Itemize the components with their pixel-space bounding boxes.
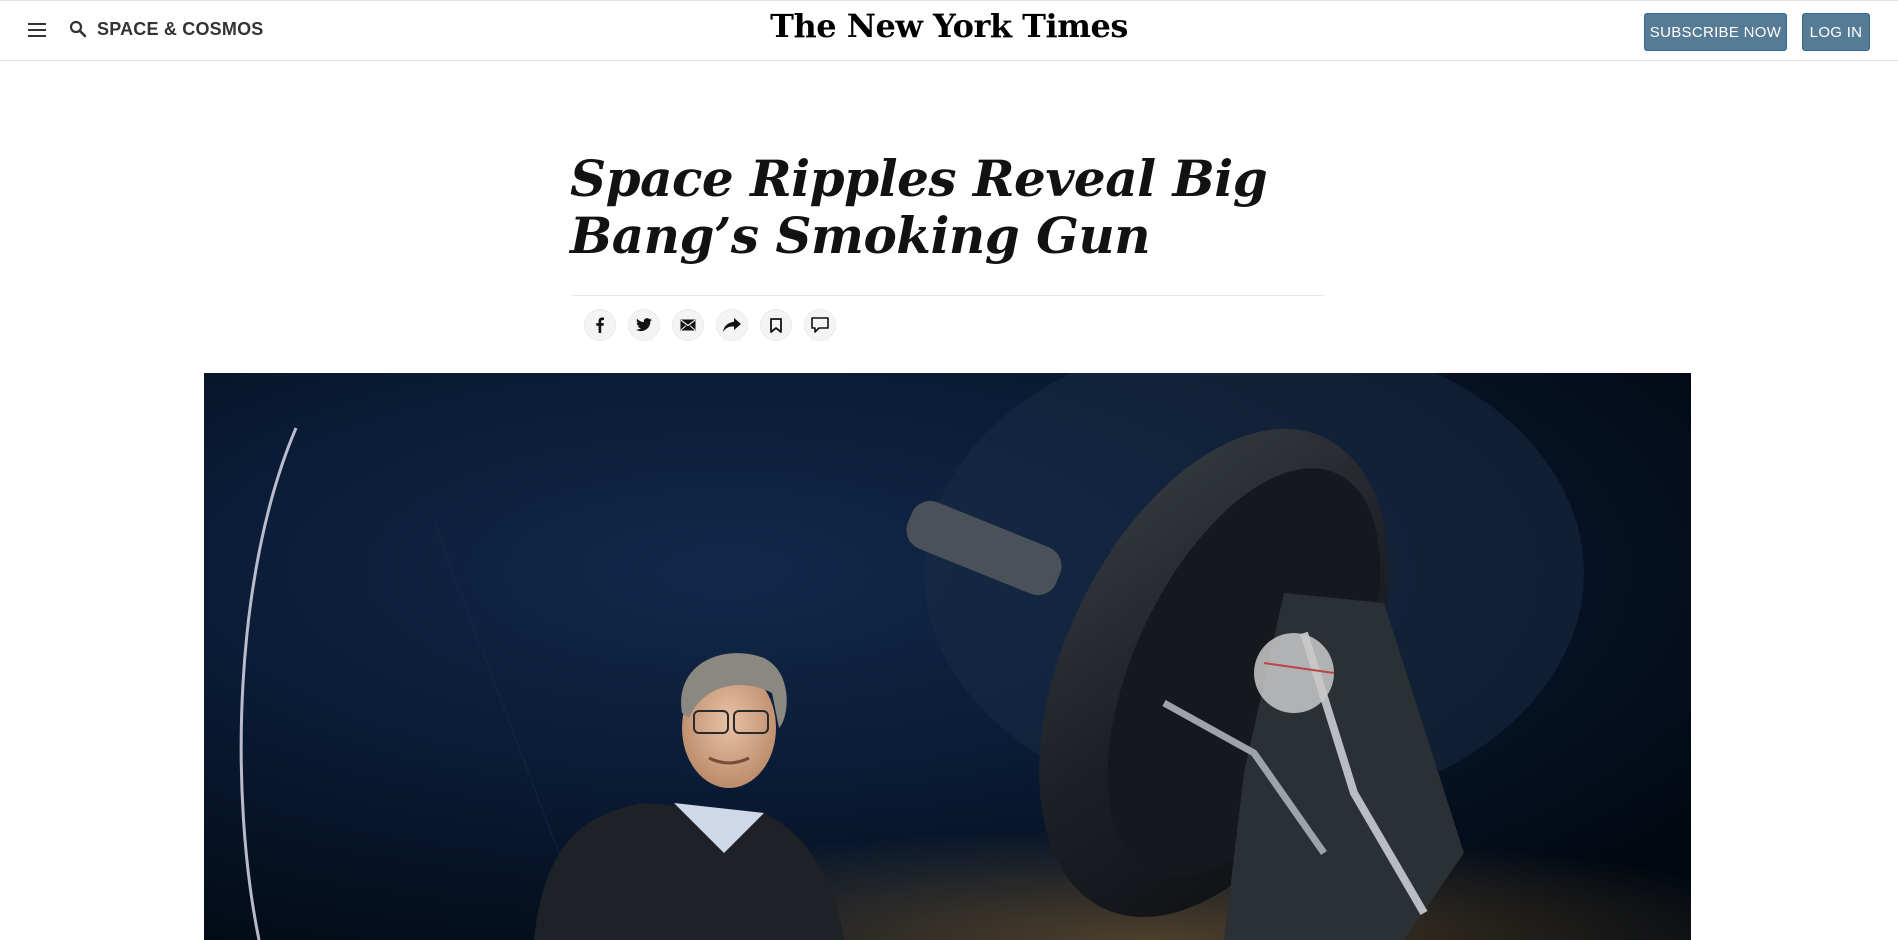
top-navigation-bar: SPACE & COSMOS The New York Times SUBSCR… (0, 0, 1898, 61)
search-icon[interactable] (64, 15, 92, 43)
hamburger-menu-icon[interactable] (24, 17, 50, 43)
bookmark-icon[interactable] (760, 309, 792, 341)
share-toolbar (584, 309, 836, 341)
headline-divider (572, 295, 1324, 296)
twitter-icon[interactable] (628, 309, 660, 341)
subscribe-button[interactable]: SUBSCRIBE NOW (1644, 13, 1787, 51)
article-headline: Space Ripples Reveal Big Bang’s Smoking … (570, 149, 1268, 265)
login-button[interactable]: LOG IN (1802, 13, 1870, 51)
section-link[interactable]: SPACE & COSMOS (97, 19, 264, 40)
telescope-photo-illustration (204, 373, 1691, 940)
share-icon[interactable] (716, 309, 748, 341)
site-logo[interactable]: The New York Times (770, 7, 1128, 45)
hero-image (204, 373, 1691, 940)
email-icon[interactable] (672, 309, 704, 341)
facebook-icon[interactable] (584, 309, 616, 341)
comment-icon[interactable] (804, 309, 836, 341)
site-logo-wrapper: The New York Times (0, 7, 1898, 45)
